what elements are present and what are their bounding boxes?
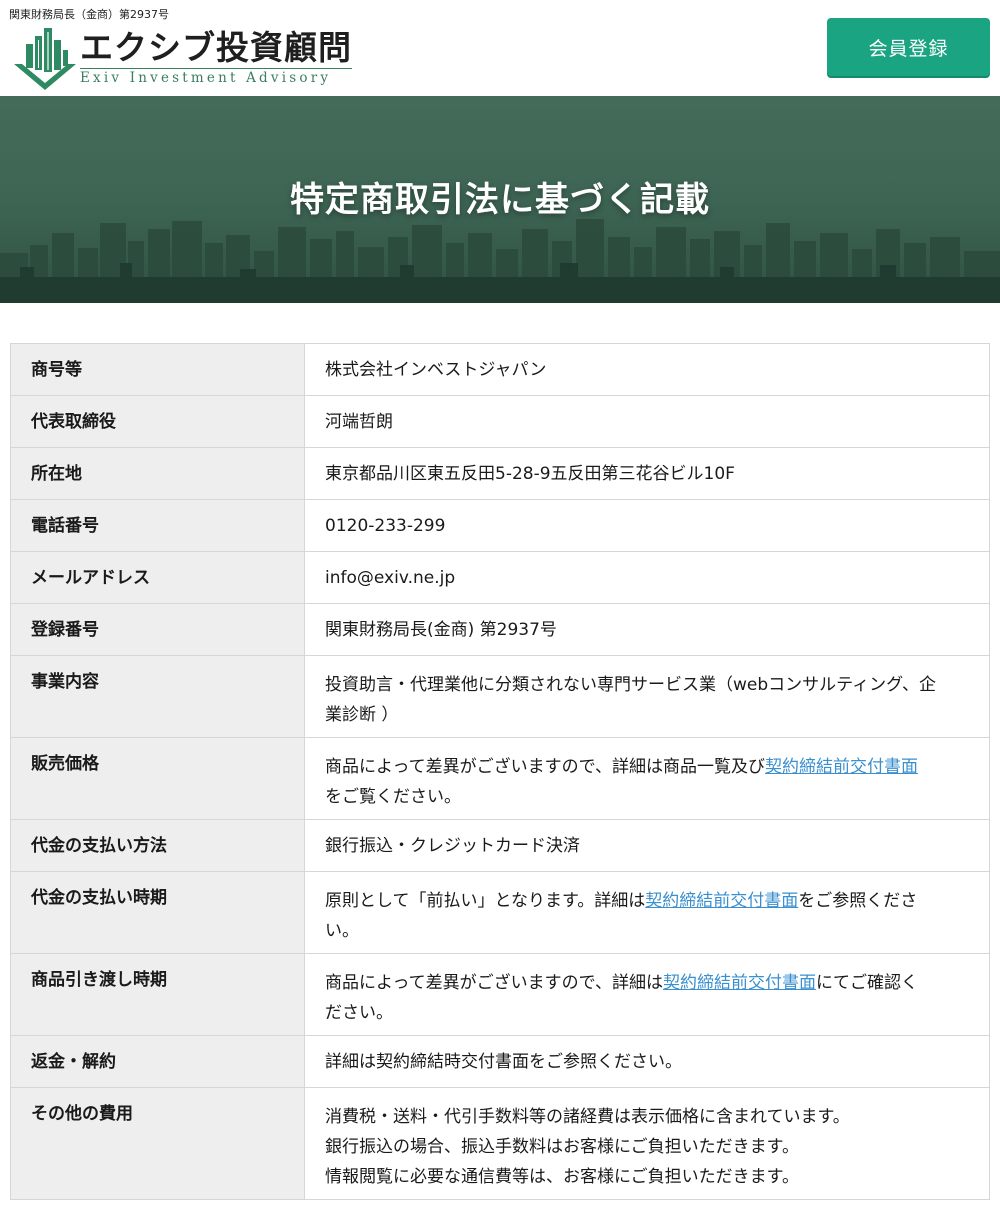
row-value: 商品によって差異がございますので、詳細は商品一覧及び契約締結前交付書面をご覧くだ… [304, 737, 990, 820]
table-row: 販売価格 商品によって差異がございますので、詳細は商品一覧及び契約締結前交付書面… [10, 737, 990, 820]
row-value-line: 銀行振込の場合、振込手数料はお客様にご負担いただきます。 [325, 1137, 799, 1157]
pre-contract-document-link[interactable]: 契約締結前交付書面 [645, 891, 798, 911]
row-label: 代表取締役 [10, 395, 305, 448]
row-value-text: をご覧ください。 [325, 787, 461, 807]
row-value-line: 投資助言・代理業他に分類されない専門サービス業（webコンサルティング、企 [325, 675, 936, 695]
row-label: 返金・解約 [10, 1035, 305, 1088]
row-value: 商品によって差異がございますので、詳細は契約締結前交付書面にてご確認ください。 [304, 953, 990, 1036]
logo-building-icon [14, 28, 76, 90]
row-value: 投資助言・代理業他に分類されない専門サービス業（webコンサルティング、企 業診… [304, 655, 990, 738]
row-label: 商号等 [10, 343, 305, 396]
row-value-text: をご参照くださ [798, 891, 918, 911]
row-label: その他の費用 [10, 1087, 305, 1200]
row-label: 電話番号 [10, 499, 305, 552]
row-value: 0120-233-299 [304, 499, 990, 552]
table-row: 商品引き渡し時期 商品によって差異がございますので、詳細は契約締結前交付書面にて… [10, 953, 990, 1036]
row-value: 原則として「前払い」となります。詳細は契約締結前交付書面をご参照ください。 [304, 871, 990, 954]
row-value: 消費税・送料・代引手数料等の諸経費は表示価格に含まれています。 銀行振込の場合、… [304, 1087, 990, 1200]
row-label: 事業内容 [10, 655, 305, 738]
row-value: 株式会社インベストジャパン [304, 343, 990, 396]
row-value: 銀行振込・クレジットカード決済 [304, 819, 990, 872]
table-row: 所在地 東京都品川区東五反田5-28-9五反田第三花谷ビル10F [10, 447, 990, 500]
table-row: 登録番号 関東財務局長(金商) 第2937号 [10, 603, 990, 656]
hero-banner: 特定商取引法に基づく記載 [0, 96, 1000, 303]
pre-contract-document-link[interactable]: 契約締結前交付書面 [663, 973, 816, 993]
row-value-text: ださい。 [325, 1003, 393, 1023]
row-value-text: にてご確認く [815, 973, 918, 993]
row-value-line: 消費税・送料・代引手数料等の諸経費は表示価格に含まれています。 [325, 1107, 850, 1127]
table-row: 代表取締役 河端哲朗 [10, 395, 990, 448]
table-row: 電話番号 0120-233-299 [10, 499, 990, 552]
row-label: 商品引き渡し時期 [10, 953, 305, 1036]
registration-note: 関東財務局長（金商）第2937号 [9, 8, 169, 21]
member-register-button[interactable]: 会員登録 [827, 18, 990, 76]
table-row: 代金の支払い方法 銀行振込・クレジットカード決済 [10, 819, 990, 872]
row-label: 代金の支払い方法 [10, 819, 305, 872]
row-value-text: 原則として「前払い」となります。詳細は [325, 891, 646, 911]
page-title: 特定商取引法に基づく記載 [290, 180, 710, 220]
row-value-text: い。 [325, 921, 359, 941]
logo-english-name: Exiv Investment Advisory [80, 68, 352, 86]
site-logo[interactable]: エクシブ投資顧問 Exiv Investment Advisory [12, 22, 352, 92]
pre-contract-document-link[interactable]: 契約締結前交付書面 [765, 757, 918, 777]
row-value: 詳細は契約締結時交付書面をご参照ください。 [304, 1035, 990, 1088]
row-value-text: 商品によって差異がございますので、詳細は商品一覧及び [325, 757, 765, 777]
row-label: 登録番号 [10, 603, 305, 656]
row-value-line: 情報閲覧に必要な通信費等は、お客様にご負担いただきます。 [325, 1167, 799, 1187]
site-header: 関東財務局長（金商）第2937号 エクシブ投資顧問 Exiv Investmen… [0, 0, 1000, 96]
table-row: 商号等 株式会社インベストジャパン [10, 343, 990, 396]
row-value: 東京都品川区東五反田5-28-9五反田第三花谷ビル10F [304, 447, 990, 500]
table-row: 返金・解約 詳細は契約締結時交付書面をご参照ください。 [10, 1035, 990, 1088]
table-row: 代金の支払い時期 原則として「前払い」となります。詳細は契約締結前交付書面をご参… [10, 871, 990, 954]
row-value: 関東財務局長(金商) 第2937号 [304, 603, 990, 656]
row-label: 販売価格 [10, 737, 305, 820]
commerce-info-table: 商号等 株式会社インベストジャパン 代表取締役 河端哲朗 所在地 東京都品川区東… [10, 343, 990, 1200]
row-label: 所在地 [10, 447, 305, 500]
table-row: メールアドレス info@exiv.ne.jp [10, 551, 990, 604]
row-label: メールアドレス [10, 551, 305, 604]
table-row: 事業内容 投資助言・代理業他に分類されない専門サービス業（webコンサルティング… [10, 655, 990, 738]
table-row: その他の費用 消費税・送料・代引手数料等の諸経費は表示価格に含まれています。 銀… [10, 1087, 990, 1200]
logo-japanese-name: エクシブ投資顧問 [80, 28, 352, 67]
row-value: 河端哲朗 [304, 395, 990, 448]
row-label: 代金の支払い時期 [10, 871, 305, 954]
row-value-line: 業診断 ） [325, 705, 399, 725]
row-value: info@exiv.ne.jp [304, 551, 990, 604]
row-value-text: 商品によって差異がございますので、詳細は [325, 973, 663, 993]
